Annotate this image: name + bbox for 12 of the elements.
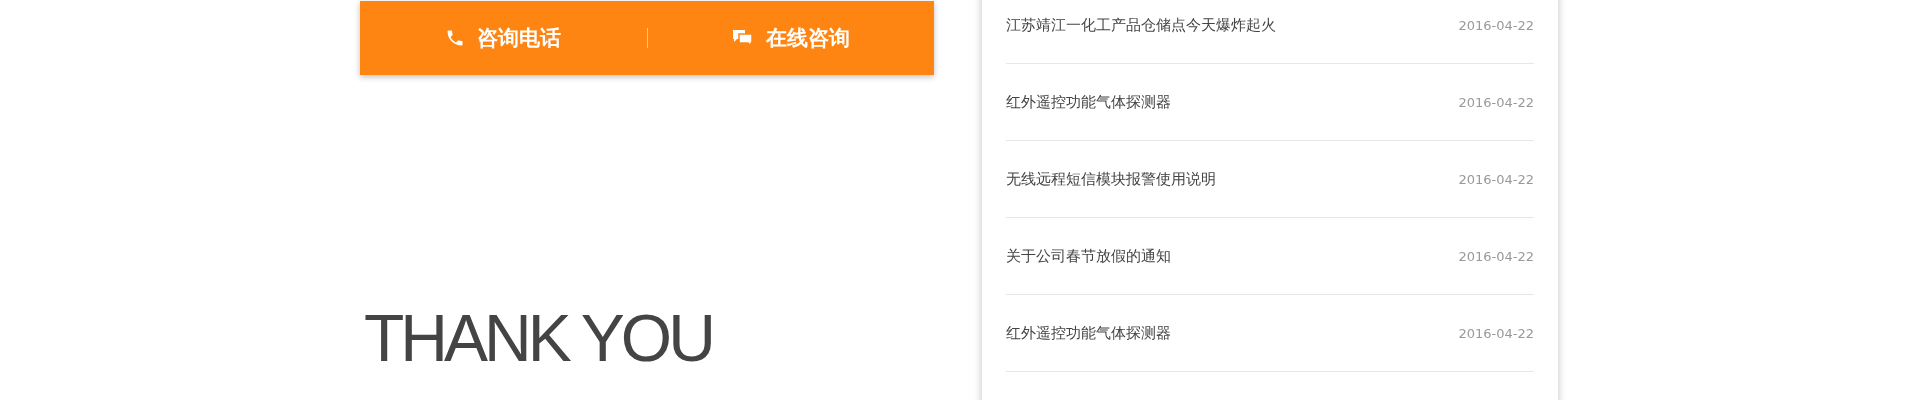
news-title[interactable]: 关于公司春节放假的通知 — [1006, 246, 1171, 266]
closing-text: THANK YOU — [364, 302, 713, 374]
phone-icon — [445, 28, 466, 48]
news-date: 2016-04-22 — [1458, 248, 1534, 264]
news-date: 2016-04-22 — [1458, 94, 1534, 110]
news-title[interactable]: 江苏靖江一化工产品仓储点今天爆炸起火 — [1006, 15, 1276, 35]
news-date: 2016-04-22 — [1458, 171, 1534, 187]
news-title[interactable]: 红外遥控功能气体探测器 — [1006, 323, 1171, 343]
news-date: 2016-04-22 — [1458, 325, 1534, 341]
news-date: 2016-04-22 — [1458, 17, 1534, 33]
news-title[interactable]: 无线远程短信模块报警使用说明 — [1006, 169, 1216, 189]
news-title[interactable]: 红外遥控功能气体探测器 — [1006, 92, 1171, 112]
